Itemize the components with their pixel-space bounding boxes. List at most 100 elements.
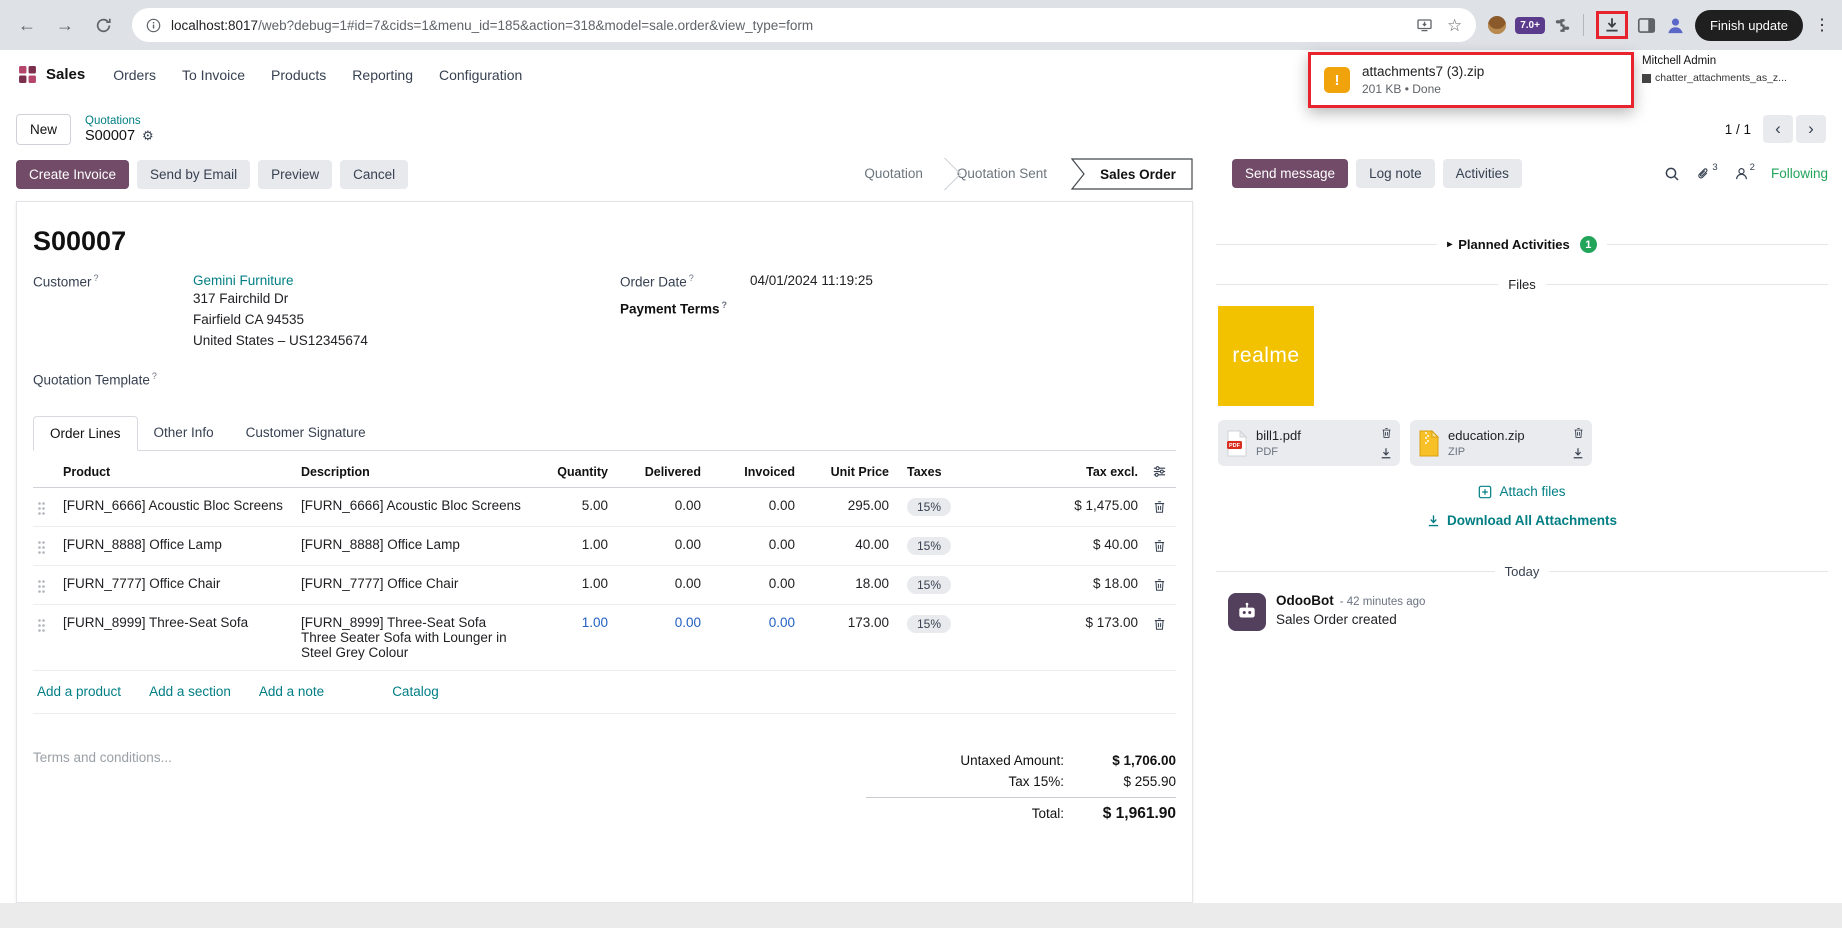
cell-delivered[interactable]: 0.00 xyxy=(612,576,705,591)
download-all-attachments-link[interactable]: Download All Attachments xyxy=(1216,513,1828,528)
cell-description[interactable]: [FURN_7777] Office Chair xyxy=(297,576,540,591)
cell-quantity[interactable]: 1.00 xyxy=(540,537,612,552)
col-taxes[interactable]: Taxes xyxy=(893,465,993,479)
cell-description[interactable]: [FURN_8999] Three-Seat SofaThree Seater … xyxy=(297,615,540,660)
optional-columns-icon[interactable] xyxy=(1142,462,1176,479)
cell-taxes[interactable]: 15% xyxy=(893,615,993,633)
action-gear-icon[interactable]: ⚙ xyxy=(142,128,154,144)
log-note-button[interactable]: Log note xyxy=(1356,159,1435,188)
cell-invoiced[interactable]: 0.00 xyxy=(705,537,799,552)
order-date-value[interactable]: 04/01/2024 11:19:25 xyxy=(750,273,873,288)
nav-item-to-invoice[interactable]: To Invoice xyxy=(182,67,245,83)
tab-order-lines[interactable]: Order Lines xyxy=(33,416,138,451)
browser-menu-icon[interactable]: ⋮ xyxy=(1812,15,1832,35)
nav-item-reporting[interactable]: Reporting xyxy=(352,67,413,83)
planned-activities-section[interactable]: ▸ Planned Activities 1 xyxy=(1216,236,1828,253)
delete-row-icon[interactable] xyxy=(1142,537,1176,553)
cell-quantity[interactable]: 1.00 xyxy=(540,615,612,630)
cell-invoiced[interactable]: 0.00 xyxy=(705,615,799,630)
table-row[interactable]: [FURN_6666] Acoustic Bloc Screens [FURN_… xyxy=(33,488,1176,527)
cell-product[interactable]: [FURN_6666] Acoustic Bloc Screens xyxy=(59,498,297,513)
add-product-link[interactable]: Add a product xyxy=(37,684,121,699)
user-menu[interactable]: Mitchell Admin chatter_attachments_as_z.… xyxy=(1642,54,1832,86)
customer-link[interactable]: Gemini Furniture xyxy=(193,273,368,288)
preview-button[interactable]: Preview xyxy=(258,160,332,189)
add-note-link[interactable]: Add a note xyxy=(259,684,324,699)
cell-taxes[interactable]: 15% xyxy=(893,576,993,594)
attachments-icon[interactable]: 3 xyxy=(1696,166,1717,182)
side-panel-icon[interactable] xyxy=(1637,16,1656,35)
cell-quantity[interactable]: 1.00 xyxy=(540,576,612,591)
download-attachment-icon[interactable] xyxy=(1572,447,1584,459)
drag-handle-icon[interactable] xyxy=(33,498,59,516)
pager-previous-icon[interactable]: ‹ xyxy=(1763,115,1793,143)
site-info-icon[interactable] xyxy=(146,18,161,33)
cell-delivered[interactable]: 0.00 xyxy=(612,615,705,630)
cell-invoiced[interactable]: 0.00 xyxy=(705,498,799,513)
col-unit-price[interactable]: Unit Price xyxy=(799,465,893,479)
back-icon[interactable]: ← xyxy=(10,8,44,42)
col-delivered[interactable]: Delivered xyxy=(612,465,705,479)
cancel-button[interactable]: Cancel xyxy=(340,160,408,189)
message-author[interactable]: OdooBot xyxy=(1276,593,1334,608)
cell-delivered[interactable]: 0.00 xyxy=(612,498,705,513)
download-attachment-icon[interactable] xyxy=(1380,447,1392,459)
collapse-triangle-icon[interactable]: ▸ xyxy=(1447,239,1452,250)
cell-unit-price[interactable]: 173.00 xyxy=(799,615,893,630)
nav-item-configuration[interactable]: Configuration xyxy=(439,67,522,83)
extension-badge[interactable]: 7.0+ xyxy=(1515,17,1545,34)
attach-files-link[interactable]: Attach files xyxy=(1216,484,1828,499)
col-description[interactable]: Description xyxy=(297,465,540,479)
install-app-icon[interactable] xyxy=(1416,17,1433,33)
cell-unit-price[interactable]: 295.00 xyxy=(799,498,893,513)
col-product[interactable]: Product xyxy=(59,465,297,479)
bookmark-star-icon[interactable]: ☆ xyxy=(1447,17,1462,34)
delete-row-icon[interactable] xyxy=(1142,576,1176,592)
downloads-icon[interactable] xyxy=(1603,16,1621,34)
image-attachment[interactable]: realme xyxy=(1218,306,1314,406)
drag-handle-icon[interactable] xyxy=(33,537,59,555)
cell-product[interactable]: [FURN_8888] Office Lamp xyxy=(59,537,297,552)
cell-unit-price[interactable]: 18.00 xyxy=(799,576,893,591)
attachment-name[interactable]: bill1.pdf xyxy=(1256,428,1301,443)
url-bar[interactable]: localhost:8017/web?debug=1#id=7&cids=1&m… xyxy=(132,8,1476,42)
cell-taxes[interactable]: 15% xyxy=(893,537,993,555)
delete-row-icon[interactable] xyxy=(1142,498,1176,514)
table-row[interactable]: [FURN_7777] Office Chair [FURN_7777] Off… xyxy=(33,566,1176,605)
status-sales-order[interactable]: Sales Order xyxy=(1071,158,1193,190)
cell-unit-price[interactable]: 40.00 xyxy=(799,537,893,552)
table-row[interactable]: [FURN_8888] Office Lamp [FURN_8888] Offi… xyxy=(33,527,1176,566)
terms-placeholder[interactable]: Terms and conditions... xyxy=(33,750,172,826)
attachment-name[interactable]: education.zip xyxy=(1448,428,1525,443)
finish-update-button[interactable]: Finish update xyxy=(1695,10,1803,41)
attachment-card[interactable]: education.zip ZIP xyxy=(1410,420,1592,466)
following-button[interactable]: Following xyxy=(1771,166,1828,181)
catalog-link[interactable]: Catalog xyxy=(392,684,439,699)
cell-description[interactable]: [FURN_8888] Office Lamp xyxy=(297,537,540,552)
send-by-email-button[interactable]: Send by Email xyxy=(137,160,250,189)
drag-handle-icon[interactable] xyxy=(33,576,59,594)
apps-grid-icon[interactable] xyxy=(18,65,37,84)
nav-item-orders[interactable]: Orders xyxy=(113,67,156,83)
cell-taxes[interactable]: 15% xyxy=(893,498,993,516)
profile-avatar-icon[interactable] xyxy=(1665,15,1686,36)
activities-button[interactable]: Activities xyxy=(1443,159,1522,188)
create-invoice-button[interactable]: Create Invoice xyxy=(16,160,129,189)
search-icon[interactable] xyxy=(1664,166,1680,182)
breadcrumb-parent[interactable]: Quotations xyxy=(85,115,154,127)
reload-icon[interactable] xyxy=(86,8,120,42)
pager-next-icon[interactable]: › xyxy=(1796,115,1826,143)
tab-customer-signature[interactable]: Customer Signature xyxy=(230,416,382,450)
col-quantity[interactable]: Quantity xyxy=(540,465,612,479)
delete-row-icon[interactable] xyxy=(1142,615,1176,631)
cell-delivered[interactable]: 0.00 xyxy=(612,537,705,552)
download-filename[interactable]: attachments7 (3).zip xyxy=(1362,64,1484,79)
delete-attachment-icon[interactable] xyxy=(1573,427,1584,439)
drag-handle-icon[interactable] xyxy=(33,615,59,633)
col-invoiced[interactable]: Invoiced xyxy=(705,465,799,479)
send-message-button[interactable]: Send message xyxy=(1232,159,1348,188)
table-row[interactable]: [FURN_8999] Three-Seat Sofa [FURN_8999] … xyxy=(33,605,1176,671)
cell-quantity[interactable]: 5.00 xyxy=(540,498,612,513)
download-notification[interactable]: ! attachments7 (3).zip 201 KB • Done xyxy=(1308,52,1634,108)
followers-icon[interactable]: 2 xyxy=(1734,166,1755,182)
